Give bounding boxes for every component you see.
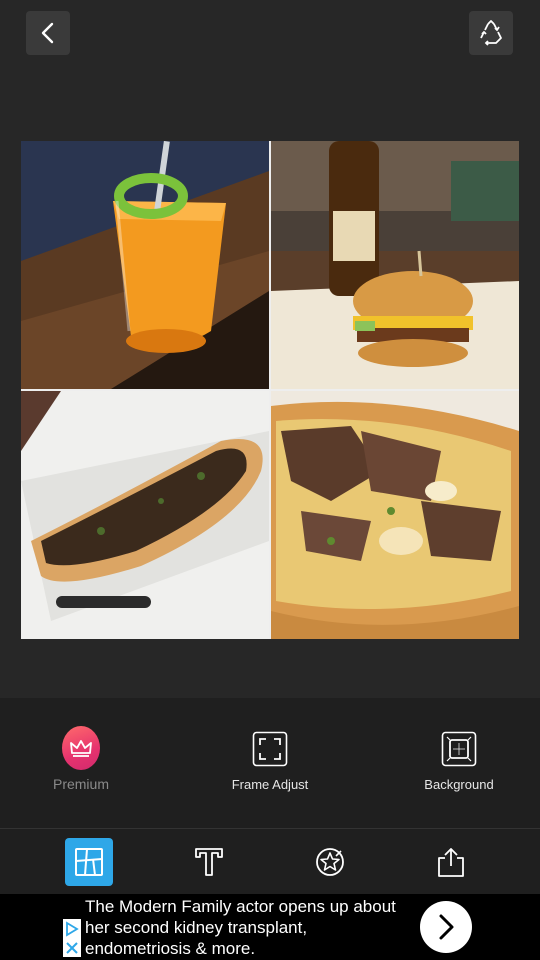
- background-label: Background: [424, 777, 494, 792]
- premium-button[interactable]: Premium: [1, 725, 161, 792]
- adchoices-badge[interactable]: [63, 919, 81, 957]
- back-button[interactable]: [26, 11, 70, 55]
- tab-share[interactable]: [427, 838, 475, 886]
- premium-label: Premium: [52, 776, 109, 792]
- edit-toolbar: Premium Frame Adjust Background: [0, 698, 540, 828]
- ad-cta-button[interactable]: [420, 901, 472, 953]
- ad-banner[interactable]: The Modern Family actor opens up about h…: [0, 894, 540, 960]
- adchoices-icon: [66, 921, 79, 937]
- collage-photo-philly[interactable]: [271, 391, 519, 639]
- background-button[interactable]: Background: [379, 730, 539, 792]
- crown-icon: [62, 725, 100, 770]
- collage-photo-cocktail[interactable]: [21, 141, 269, 389]
- layout-icon: [75, 848, 103, 876]
- recycle-button[interactable]: [469, 11, 513, 55]
- photo-collage[interactable]: [21, 141, 519, 639]
- collage-photo-cheesesteak-box[interactable]: [21, 391, 269, 639]
- share-icon: [438, 848, 464, 877]
- frame-adjust-button[interactable]: Frame Adjust: [190, 730, 350, 792]
- chevron-right-icon: [439, 914, 454, 940]
- frame-adjust-icon: [252, 731, 288, 767]
- ad-text[interactable]: The Modern Family actor opens up about h…: [85, 896, 415, 959]
- sticker-icon: [316, 848, 344, 876]
- collage-photo-burger[interactable]: [271, 141, 519, 389]
- close-icon: [66, 942, 78, 954]
- tab-bar: [0, 829, 540, 894]
- top-bar: [0, 0, 540, 70]
- frame-adjust-label: Frame Adjust: [231, 777, 309, 792]
- recycle-icon: [480, 20, 502, 46]
- chevron-left-icon: [41, 22, 54, 44]
- tab-layout[interactable]: [65, 838, 113, 886]
- tab-sticker[interactable]: [306, 838, 354, 886]
- text-icon: [195, 848, 223, 876]
- tab-text[interactable]: [185, 838, 233, 886]
- background-icon: [441, 731, 477, 767]
